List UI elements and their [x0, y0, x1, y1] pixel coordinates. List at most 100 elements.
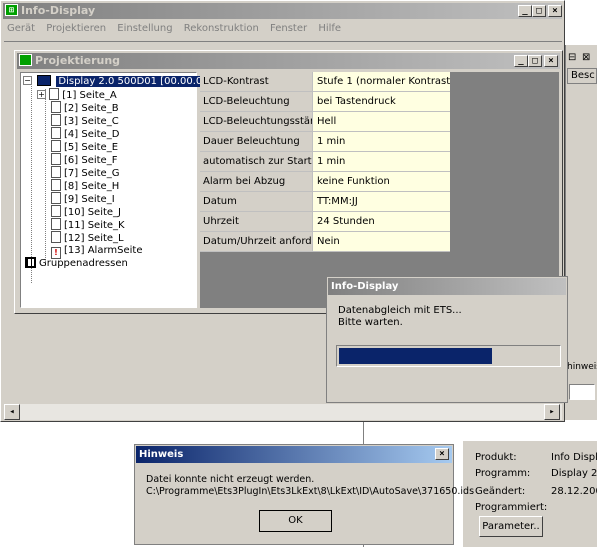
parameter-button[interactable]: Parameter..: [479, 516, 543, 537]
minimize-button[interactable]: _: [518, 5, 532, 17]
child-minimize-button[interactable]: _: [514, 55, 528, 67]
main-title-bar[interactable]: ⊞ Info-Display _ □ ×: [3, 3, 562, 19]
tree-page-label: [7] Seite_G: [64, 168, 120, 179]
tree-page-label: [6] Seite_F: [64, 155, 118, 166]
child-maximize-button[interactable]: □: [528, 55, 542, 67]
scroll-left-button[interactable]: ◂: [4, 404, 20, 420]
page-icon: [51, 114, 61, 126]
input-fragment[interactable]: [569, 384, 595, 400]
page-icon: [51, 166, 61, 178]
tree-page[interactable]: [10] Seite_J: [51, 205, 121, 218]
property-grid: LCD-Kontrast Stufe 1 (normaler Kontrast) …: [200, 72, 450, 252]
close-button[interactable]: ×: [548, 5, 562, 17]
hint-message-1: Datei konnte nicht erzeugt werden.: [146, 474, 315, 485]
tree-page[interactable]: [2] Seite_B: [51, 101, 119, 114]
tree-page[interactable]: [9] Seite_I: [51, 192, 115, 205]
ok-button[interactable]: OK: [259, 510, 332, 532]
tree-page-label: [10] Seite_J: [64, 207, 122, 218]
menu-projektieren[interactable]: Projektieren: [46, 23, 106, 34]
property-value[interactable]: keine Funktion: [313, 172, 450, 191]
menu-fenster[interactable]: Fenster: [270, 23, 307, 34]
tree-page-label: [9] Seite_I: [64, 194, 115, 205]
menu-rekonstruktion[interactable]: Rekonstruktion: [184, 23, 259, 34]
page-icon: [51, 179, 61, 191]
property-value[interactable]: bei Tastendruck: [313, 92, 450, 111]
property-value[interactable]: 1 min: [313, 132, 450, 151]
expand-icon[interactable]: +: [37, 90, 46, 99]
tree-page[interactable]: [4] Seite_D: [51, 127, 119, 140]
tree-page-label: [4] Seite_D: [64, 129, 120, 140]
property-key: Dauer Beleuchtung: [200, 132, 313, 151]
toolbar-icon-2[interactable]: ⊠: [582, 52, 594, 64]
property-key: LCD-Kontrast: [200, 72, 313, 91]
menu-bar: Gerät Projektieren Einstellung Rekonstru…: [7, 23, 349, 37]
collapse-icon[interactable]: −: [23, 76, 32, 85]
tree-group-label: Gruppenadressen: [39, 258, 128, 269]
menu-geraet[interactable]: Gerät: [7, 23, 35, 34]
project-tree[interactable]: − Display 2.0 500D01 [00.00.001] + [1] S…: [20, 72, 221, 308]
property-key: Alarm bei Abzug: [200, 172, 313, 191]
child-close-button[interactable]: ×: [544, 55, 558, 67]
hint-message-2: C:\Programme\Ets3PlugIn\Ets3LkExt\8\LkEx…: [146, 486, 475, 497]
projektierung-title-bar[interactable]: Projektierung _ □ ×: [17, 53, 560, 69]
main-title: Info-Display: [21, 4, 96, 17]
property-row[interactable]: LCD-BeleuchtungsstärkeHell: [200, 112, 450, 132]
property-row[interactable]: Datum TT:MM:JJ: [200, 192, 450, 212]
maximize-button[interactable]: □: [532, 5, 546, 17]
hint-fragment: hinweis: [567, 362, 597, 372]
produkt-label: Produkt:: [475, 452, 517, 463]
property-value[interactable]: Stufe 1 (normaler Kontrast): [313, 72, 450, 91]
property-row[interactable]: Datum/Uhrzeit anfordernNein: [200, 232, 450, 252]
property-panel: LCD-Kontrast Stufe 1 (normaler Kontrast) …: [200, 72, 559, 308]
info-panel: Produkt: Info Display Programm: Display …: [462, 440, 597, 547]
tree-page-label: [11] Seite_K: [64, 220, 125, 231]
property-row[interactable]: automatisch zur Startseite1 min: [200, 152, 450, 172]
property-value[interactable]: TT:MM:JJ: [313, 192, 450, 211]
progress-bar: [336, 345, 561, 367]
property-key: automatisch zur Startseite: [200, 152, 313, 171]
property-key: LCD-Beleuchtung: [200, 92, 313, 111]
tree-page[interactable]: [12] Seite_L: [51, 231, 124, 244]
tree-root[interactable]: − Display 2.0 500D01 [00.00.001]: [23, 75, 221, 88]
menu-einstellung[interactable]: Einstellung: [117, 23, 172, 34]
hint-title-bar[interactable]: Hinweis ×: [136, 446, 452, 463]
device-icon: [37, 75, 52, 86]
property-value[interactable]: Nein: [313, 232, 450, 251]
tree-page[interactable]: [8] Seite_H: [51, 179, 119, 192]
menu-hilfe[interactable]: Hilfe: [318, 23, 341, 34]
scroll-right-button[interactable]: ▸: [544, 404, 560, 420]
progress-message-1: Datenabgleich mit ETS...: [338, 305, 462, 316]
tree-page[interactable]: [6] Seite_F: [51, 153, 117, 166]
property-key: Datum: [200, 192, 313, 211]
programm-value: Display 2.0: [551, 468, 597, 479]
page-icon: [51, 192, 61, 204]
page-icon: [51, 218, 61, 230]
hint-close-button[interactable]: ×: [435, 448, 449, 460]
property-key: Uhrzeit: [200, 212, 313, 231]
tree-guide-line-2: [45, 89, 46, 264]
progress-title-bar[interactable]: Info-Display: [328, 278, 566, 295]
page-icon: [49, 88, 60, 100]
tree-page[interactable]: + [1] Seite_A: [37, 88, 117, 101]
property-row[interactable]: Uhrzeit 24 Stunden: [200, 212, 450, 232]
horizontal-scrollbar[interactable]: ◂ ▸: [4, 404, 562, 420]
tree-alarm-page[interactable]: ! [13] AlarmSeite: [51, 244, 142, 259]
hint-title: Hinweis: [139, 449, 184, 460]
ok-button-label: OK: [288, 515, 303, 526]
property-row[interactable]: LCD-Kontrast Stufe 1 (normaler Kontrast): [200, 72, 450, 92]
property-value[interactable]: Hell: [313, 112, 450, 131]
toolbar-icon[interactable]: ⊟: [568, 52, 580, 64]
property-value[interactable]: 24 Stunden: [313, 212, 450, 231]
tree-page[interactable]: [5] Seite_E: [51, 140, 118, 153]
property-value[interactable]: 1 min: [313, 152, 450, 171]
tree-page[interactable]: [11] Seite_K: [51, 218, 125, 231]
tree-page[interactable]: [3] Seite_C: [51, 114, 119, 127]
projektierung-title: Projektierung: [35, 54, 121, 67]
progress-fill: [339, 348, 492, 364]
property-row[interactable]: Dauer Beleuchtung 1 min: [200, 132, 450, 152]
column-header-fragment: Besc: [567, 68, 597, 84]
property-row[interactable]: LCD-Beleuchtung bei Tastendruck: [200, 92, 450, 112]
tree-page[interactable]: [7] Seite_G: [51, 166, 119, 179]
property-row[interactable]: Alarm bei Abzug keine Funktion: [200, 172, 450, 192]
tree-group-addresses[interactable]: Gruppenadressen: [25, 257, 128, 270]
